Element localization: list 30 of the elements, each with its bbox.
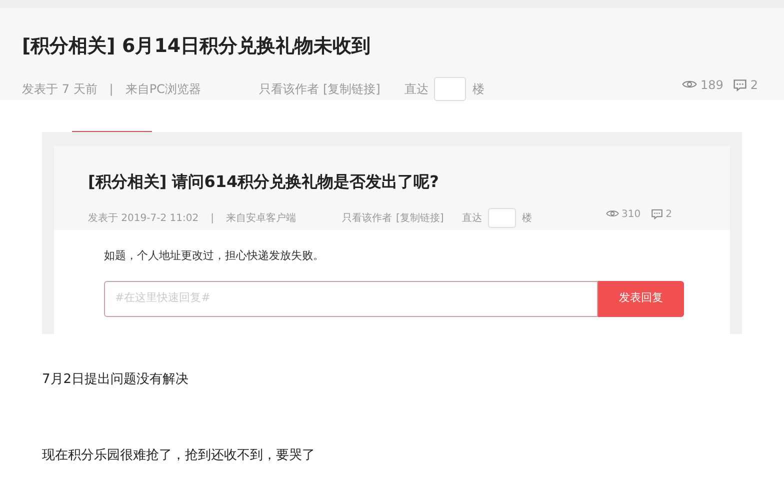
author-only-link[interactable]: 只看该作者 — [258, 80, 319, 98]
post-body: 如题，个人地址更改过，担心快递发放失败。 — [104, 248, 325, 264]
paragraph: 现在积分乐园很难抢了，抢到还收不到，要哭了 — [42, 446, 316, 464]
post-time: 发表于 2019-7-2 11:02 — [88, 212, 199, 226]
eye-icon — [606, 209, 619, 219]
view-count: 310 — [622, 208, 641, 222]
post-source: 来自PC浏览器 — [125, 80, 201, 98]
post-time: 发表于 7 天前 — [22, 80, 98, 98]
copy-link[interactable]: [复制链接] — [396, 210, 444, 226]
floor-suffix: 楼 — [522, 212, 532, 226]
comment-count: 2 — [750, 76, 758, 94]
comment-icon — [733, 78, 748, 92]
post-source: 来自安卓客户端 — [226, 212, 296, 226]
floor-suffix: 楼 — [472, 80, 484, 98]
separator: | — [109, 80, 114, 98]
post-reply-button[interactable]: 发表回复 — [598, 280, 684, 316]
separator: | — [210, 212, 214, 226]
post-title: [积分相关] 请问614积分兑换礼物是否发出了呢? — [88, 171, 440, 193]
jump-label: 直达 — [462, 212, 482, 226]
author-only-link[interactable]: 只看该作者 — [342, 210, 392, 226]
copy-link[interactable]: [复制链接] — [322, 80, 380, 98]
floor-input[interactable] — [488, 208, 516, 228]
comment-icon — [650, 208, 663, 220]
view-count: 189 — [700, 76, 724, 94]
comment-count: 2 — [666, 208, 672, 222]
jump-label: 直达 — [404, 80, 428, 98]
eye-icon — [682, 79, 698, 90]
paragraph: 7月2日提出问题没有解决 — [42, 371, 190, 389]
floor-input[interactable] — [434, 76, 466, 100]
post-title: [积分相关] 6月14日积分兑换礼物未收到 — [22, 34, 372, 59]
